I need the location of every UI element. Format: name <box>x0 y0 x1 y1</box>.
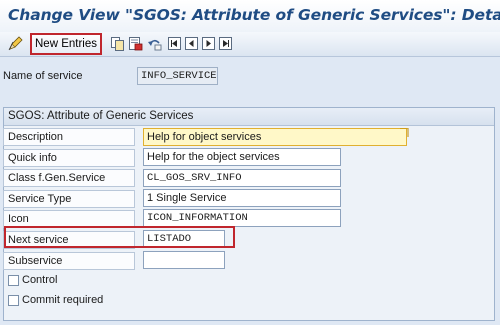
delete-icon[interactable] <box>128 36 143 51</box>
description-label: Description <box>3 128 135 146</box>
title-bar: Change View "SGOS: Attribute of Generic … <box>0 0 500 32</box>
copy-icon[interactable] <box>110 36 125 51</box>
first-entry-icon[interactable] <box>167 36 182 51</box>
commit-required-checkbox[interactable] <box>8 295 19 306</box>
class-gen-service-field[interactable]: CL_GOS_SRV_INFO <box>143 169 341 187</box>
page-title: Change View "SGOS: Attribute of Generic … <box>8 6 500 24</box>
commit-required-label: Commit required <box>22 294 104 306</box>
subservice-label: Subservice <box>3 252 135 270</box>
next-service-highlight <box>4 226 235 248</box>
control-label: Control <box>22 274 58 286</box>
service-type-field[interactable]: 1 Single Service <box>143 189 341 207</box>
previous-entry-icon[interactable] <box>184 36 199 51</box>
value-help-icon[interactable] <box>399 128 409 138</box>
icon-field[interactable]: ICON_INFORMATION <box>143 209 341 227</box>
display-change-icon[interactable] <box>8 36 23 51</box>
next-entry-icon[interactable] <box>201 36 216 51</box>
control-checkbox[interactable] <box>8 275 19 286</box>
quick-info-label: Quick info <box>3 149 135 167</box>
description-field[interactable]: Help for object services <box>143 128 407 146</box>
group-title-text: SGOS: Attribute of Generic Services <box>8 110 194 122</box>
undo-icon[interactable] <box>147 36 162 51</box>
subservice-field[interactable] <box>143 251 225 269</box>
group-title: SGOS: Attribute of Generic Services <box>4 108 494 126</box>
name-of-service-label: Name of service <box>3 70 83 82</box>
new-entries-button[interactable]: New Entries <box>30 33 102 55</box>
service-type-label: Service Type <box>3 190 135 208</box>
class-gen-service-label: Class f.Gen.Service <box>3 169 135 187</box>
last-entry-icon[interactable] <box>218 36 233 51</box>
quick-info-field[interactable]: Help for the object services <box>143 148 341 166</box>
name-of-service-field[interactable]: INFO_SERVICE <box>137 67 218 85</box>
application-toolbar: New Entries <box>0 32 500 57</box>
